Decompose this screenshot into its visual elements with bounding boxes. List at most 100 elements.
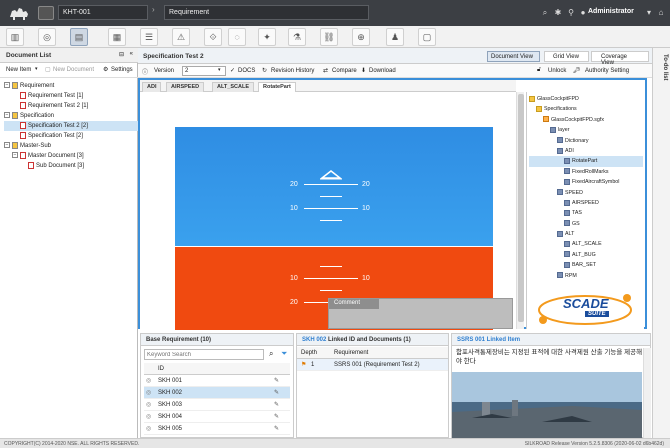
camel-logo-icon[interactable]: [8, 5, 30, 21]
link-icon[interactable]: ⛓: [320, 28, 338, 46]
tree-node[interactable]: ALT_BUG: [529, 250, 643, 260]
dropdown-icon[interactable]: ▾: [35, 66, 38, 72]
collapse-toggle-icon[interactable]: −: [12, 152, 18, 159]
warning-icon[interactable]: ⚠: [172, 28, 190, 46]
tree-node[interactable]: RPM: [529, 271, 643, 281]
home-icon[interactable]: ⌂: [656, 8, 666, 18]
tree-node[interactable]: Specifications: [529, 104, 643, 114]
tree-node[interactable]: RotatePart: [529, 156, 643, 167]
new-item-button[interactable]: New Item: [6, 67, 31, 73]
coverage-view-button[interactable]: Coverage View: [591, 51, 649, 66]
tab-rotatepart[interactable]: RotatePart: [258, 82, 296, 92]
comment-popup[interactable]: Comment: [328, 298, 513, 329]
todo-sidebar[interactable]: To-do list: [652, 48, 670, 438]
tree-doc[interactable]: − Master Document [3]: [4, 151, 138, 161]
tree-doc-selected[interactable]: Specification Test 2 [2]: [4, 121, 138, 131]
table-row[interactable]: ◎ SKH 005 ✎: [144, 423, 290, 435]
edit-icon[interactable]: ✎: [274, 423, 279, 435]
tree-node[interactable]: ALT_SCALE: [529, 239, 643, 249]
tree-node[interactable]: GlassCockpitFPD: [529, 94, 643, 104]
info-icon[interactable]: ⓘ: [142, 67, 148, 76]
tree-doc[interactable]: Requirement Test 2 [1]: [4, 101, 138, 111]
project-select[interactable]: KHT-001: [58, 5, 148, 20]
grid-view-button[interactable]: Grid View: [544, 51, 589, 62]
tree-doc[interactable]: Specification Test [2]: [4, 131, 138, 141]
search-icon[interactable]: ⌕: [269, 349, 273, 359]
network-icon[interactable]: ⊕: [352, 28, 370, 46]
tree-node[interactable]: Dictionary: [529, 136, 643, 146]
edit-icon[interactable]: ✎: [274, 375, 279, 387]
tree-node[interactable]: FixedRollMarks: [529, 167, 643, 177]
tab-alt-scale[interactable]: ALT_SCALE: [212, 82, 254, 92]
compass-icon[interactable]: ◎: [38, 28, 56, 46]
settings-button[interactable]: Settings: [111, 67, 133, 73]
vertical-scrollbar[interactable]: [643, 348, 651, 438]
download-button[interactable]: Download: [369, 68, 396, 74]
table-row[interactable]: ⚑ 1 SSRS 001 (Requirement Test 2): [297, 359, 448, 371]
revision-history-button[interactable]: Revision History: [271, 68, 314, 74]
document-view-button[interactable]: Document View: [487, 51, 540, 62]
table-row[interactable]: ◎ SKH 003 ✎: [144, 399, 290, 411]
tree-folder-specification[interactable]: − Specification: [4, 111, 138, 121]
authority-setting-button[interactable]: Authority Setting: [585, 68, 629, 74]
chevron-down-icon[interactable]: ▾: [218, 67, 221, 73]
chat-icon[interactable]: ◌: [228, 28, 246, 46]
todo-label[interactable]: To-do list: [656, 54, 668, 104]
tree-doc[interactable]: Sub Document [3]: [4, 161, 138, 171]
tree-node[interactable]: AIRSPEED: [529, 198, 643, 208]
tree-node[interactable]: BAR_SET: [529, 260, 643, 270]
requirement-module-icon[interactable]: ▤: [70, 28, 88, 46]
table-row[interactable]: ◎ SKH 002 ✎: [144, 387, 290, 399]
collapse-toggle-icon[interactable]: −: [4, 82, 10, 89]
document-icon[interactable]: ▢: [418, 28, 436, 46]
search-icon[interactable]: ⌕: [540, 8, 550, 18]
tree-node[interactable]: FixedAircraftSymbol: [529, 177, 643, 187]
grid-icon[interactable]: ▦: [108, 28, 126, 46]
user-name[interactable]: Administrator: [588, 8, 634, 15]
scrollbar-thumb[interactable]: [518, 94, 524, 322]
flask-icon[interactable]: ⚗: [288, 28, 306, 46]
tab-adi[interactable]: ADI: [142, 82, 162, 92]
filter-icon[interactable]: ⚲: [566, 8, 576, 18]
unlock-button[interactable]: Unlock: [548, 68, 566, 74]
vertical-scrollbar[interactable]: [516, 92, 524, 329]
tree-folder-requirement[interactable]: − Requirement: [4, 81, 138, 91]
avatar[interactable]: ●: [578, 8, 588, 18]
app-icon[interactable]: [38, 6, 54, 20]
tree-folder-master-sub[interactable]: − Master-Sub: [4, 141, 138, 151]
breadcrumb[interactable]: Requirement: [164, 5, 369, 20]
tree-node[interactable]: ADI: [529, 146, 643, 156]
filter-icon[interactable]: ⏷: [281, 349, 287, 359]
tree-node[interactable]: layer: [529, 125, 643, 135]
dashboard-icon[interactable]: ▥: [6, 28, 24, 46]
tree-node[interactable]: SPEED: [529, 188, 643, 198]
new-document-icon[interactable]: ▢: [45, 66, 51, 73]
collapse-icon[interactable]: ⊟: [119, 51, 124, 58]
edit-icon[interactable]: ✎: [274, 387, 279, 399]
list-icon[interactable]: ☰: [140, 28, 158, 46]
users-icon[interactable]: ♟: [386, 28, 404, 46]
tab-airspeed[interactable]: AIRSPEED: [166, 82, 205, 92]
edit-icon[interactable]: ✎: [274, 399, 279, 411]
dropdown-icon[interactable]: ▾: [644, 8, 654, 18]
tree-node[interactable]: GlassCockpitFPD.sgfx: [529, 115, 643, 125]
new-document-button[interactable]: New Document: [53, 67, 94, 73]
tree-node[interactable]: GS: [529, 219, 643, 229]
code-icon[interactable]: ⟐: [204, 28, 222, 46]
gear-icon[interactable]: ⚙: [103, 66, 108, 73]
collapse-toggle-icon[interactable]: −: [4, 142, 10, 149]
star-icon[interactable]: ✱: [553, 8, 563, 18]
linked-id[interactable]: SKH 002: [302, 337, 326, 343]
edit-icon[interactable]: ✎: [274, 411, 279, 423]
compare-button[interactable]: Compare: [332, 68, 357, 74]
pin-icon[interactable]: «: [130, 51, 133, 57]
graphics-canvas[interactable]: 20 20 10 10 10 10 20 Comment: [140, 92, 516, 330]
docs-button[interactable]: DOCS: [238, 68, 255, 74]
tree-doc[interactable]: Requirement Test [1]: [4, 91, 138, 101]
settings-gear-icon[interactable]: ✦: [258, 28, 276, 46]
table-row[interactable]: ◎ SKH 001 ✎: [144, 375, 290, 387]
tree-node[interactable]: TAS: [529, 208, 643, 218]
tree-node[interactable]: ALT: [529, 229, 643, 239]
keyword-search-input[interactable]: [144, 349, 264, 360]
collapse-toggle-icon[interactable]: −: [4, 112, 10, 119]
